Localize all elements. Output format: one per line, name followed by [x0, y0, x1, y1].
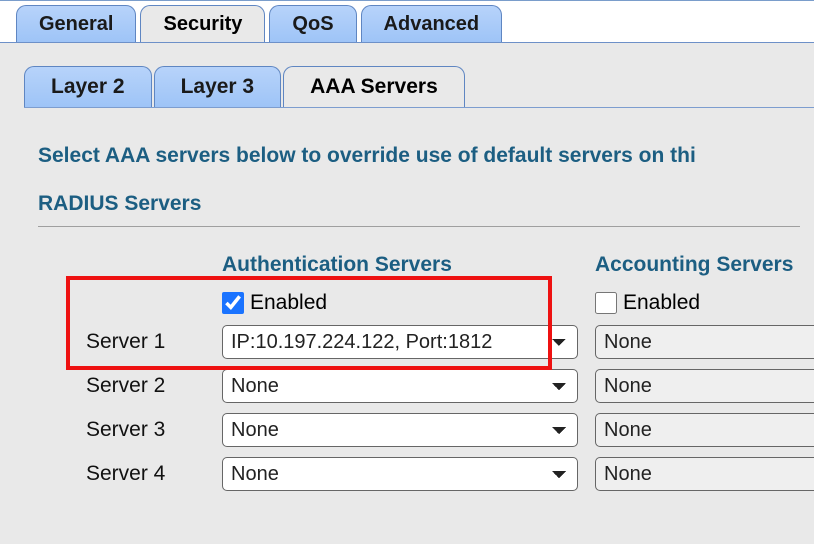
auth-enabled-cell: Enabled — [222, 291, 592, 315]
acct-server-4-select[interactable]: None — [595, 457, 814, 491]
acct-server-cell: None — [595, 369, 814, 403]
acct-server-cell: None — [595, 457, 814, 491]
tab-layer3[interactable]: Layer 3 — [154, 66, 282, 107]
aaa-servers-panel: Select AAA servers below to override use… — [24, 107, 814, 491]
acct-server-1-select[interactable]: None — [595, 325, 814, 359]
acct-servers-heading: Accounting Servers — [595, 253, 814, 281]
auth-enabled-label: Enabled — [250, 291, 327, 315]
radius-heading: RADIUS Servers — [38, 192, 800, 216]
auth-server-cell: None — [222, 413, 592, 447]
acct-server-2-select[interactable]: None — [595, 369, 814, 403]
tab-general[interactable]: General — [16, 5, 136, 42]
security-panel: Layer 2 Layer 3 AAA Servers Select AAA s… — [0, 42, 814, 544]
auth-servers-heading: Authentication Servers — [222, 253, 592, 281]
auth-server-4-select[interactable]: None — [222, 457, 578, 491]
divider — [38, 226, 800, 227]
auth-server-cell: None — [222, 369, 592, 403]
auth-server-3-select[interactable]: None — [222, 413, 578, 447]
acct-enabled-label: Enabled — [623, 291, 700, 315]
auth-server-cell: IP:10.197.224.122, Port:1812 — [222, 325, 592, 359]
auth-server-1-select[interactable]: IP:10.197.224.122, Port:1812 — [222, 325, 578, 359]
server-row-label: Server 4 — [38, 462, 222, 486]
page-root: General Security QoS Advanced Layer 2 La… — [0, 0, 814, 544]
acct-server-3-select[interactable]: None — [595, 413, 814, 447]
tab-layer2[interactable]: Layer 2 — [24, 66, 152, 107]
server-row-label: Server 2 — [38, 374, 222, 398]
acct-enabled-checkbox[interactable] — [595, 292, 617, 314]
tab-aaa-servers[interactable]: AAA Servers — [283, 66, 465, 107]
tab-qos[interactable]: QoS — [269, 5, 356, 42]
auth-server-cell: None — [222, 457, 592, 491]
server-row-label: Server 3 — [38, 418, 222, 442]
acct-server-cell: None — [595, 413, 814, 447]
tab-advanced[interactable]: Advanced — [361, 5, 503, 42]
servers-grid: Authentication Servers Accounting Server… — [38, 253, 800, 491]
server-row-label: Server 1 — [38, 330, 222, 354]
acct-server-cell: None — [595, 325, 814, 359]
tab-security[interactable]: Security — [140, 5, 265, 42]
auth-server-2-select[interactable]: None — [222, 369, 578, 403]
main-tabs: General Security QoS Advanced — [0, 1, 814, 42]
sub-tabs: Layer 2 Layer 3 AAA Servers — [24, 63, 814, 107]
auth-enabled-checkbox[interactable] — [222, 292, 244, 314]
intro-text: Select AAA servers below to override use… — [38, 144, 800, 168]
acct-enabled-cell: Enabled — [595, 291, 814, 315]
